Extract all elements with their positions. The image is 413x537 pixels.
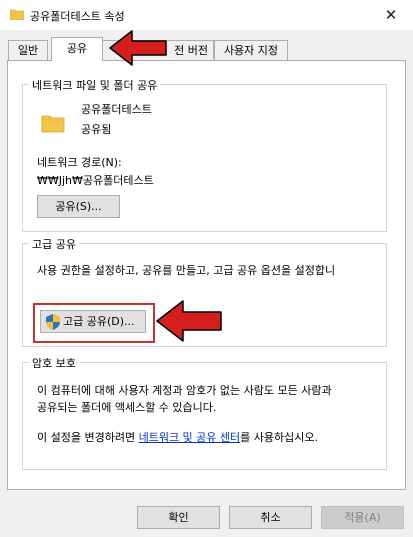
password-protection-group: 암호 보호 이 컴퓨터에 대해 사용자 계정과 암호가 없는 사람도 모든 사람… — [22, 355, 387, 470]
folder-name: 공유폴더테스트 — [81, 103, 152, 116]
shared-folder-icon — [41, 115, 65, 133]
change-suffix: 를 사용하십시오. — [240, 431, 318, 444]
tab-customize[interactable]: 사용자 지정 — [214, 40, 288, 60]
network-path-label: 네트워크 경로(N): — [37, 156, 122, 169]
window-title: 공유폴더테스트 속성 — [30, 10, 125, 23]
password-protection-group-label: 암호 보호 — [29, 355, 79, 371]
shield-icon — [46, 314, 60, 330]
share-button[interactable]: 공유(S)... — [37, 195, 120, 218]
advanced-share-button-label: 고급 공유(D)... — [63, 315, 135, 328]
arrow-left-icon — [156, 300, 222, 342]
advanced-share-group-label: 고급 공유 — [29, 236, 79, 252]
close-button[interactable]: ✕ — [369, 0, 413, 30]
network-share-group: 네트워크 파일 및 폴더 공유 공유폴더테스트 공유됨 네트워크 경로(N): … — [22, 77, 387, 232]
password-info-line1: 이 컴퓨터에 대해 사용자 계정과 암호가 없는 사람도 모든 사람과 — [37, 384, 332, 397]
network-sharing-center-link[interactable]: 네트워크 및 공유 센터 — [139, 431, 241, 444]
network-share-group-label: 네트워크 파일 및 폴더 공유 — [29, 77, 161, 93]
change-prefix: 이 설정을 변경하려면 — [37, 431, 139, 444]
close-icon: ✕ — [384, 6, 398, 24]
arrow-left-icon — [109, 30, 167, 66]
password-change-text: 이 설정을 변경하려면 네트워크 및 공유 센터를 사용하십시오. — [37, 429, 318, 445]
network-path-value: ₩₩Jjh₩공유폴더테스트 — [37, 174, 154, 187]
advanced-share-description: 사용 권한을 설정하고, 공유를 만들고, 고급 공유 옵션을 설정합니 — [37, 264, 336, 277]
sharing-panel: 네트워크 파일 및 폴더 공유 공유폴더테스트 공유됨 네트워크 경로(N): … — [7, 60, 406, 490]
folder-icon — [10, 9, 24, 20]
tab-sharing[interactable]: 공유 — [51, 37, 103, 61]
apply-button[interactable]: 적용(A) — [321, 506, 404, 529]
tab-general[interactable]: 일반 — [8, 40, 48, 60]
password-info-line2: 공유되는 폴더에 액세스할 수 있습니다. — [37, 401, 217, 414]
cancel-button[interactable]: 취소 — [229, 506, 312, 529]
ok-button[interactable]: 확인 — [137, 506, 220, 529]
advanced-share-button[interactable]: 고급 공유(D)... — [40, 310, 146, 333]
share-status: 공유됨 — [81, 123, 112, 136]
tab-strip: 일반 공유 전 버전 사용자 지정 — [0, 37, 413, 61]
title-bar: 공유폴더테스트 속성 ✕ — [0, 0, 413, 30]
